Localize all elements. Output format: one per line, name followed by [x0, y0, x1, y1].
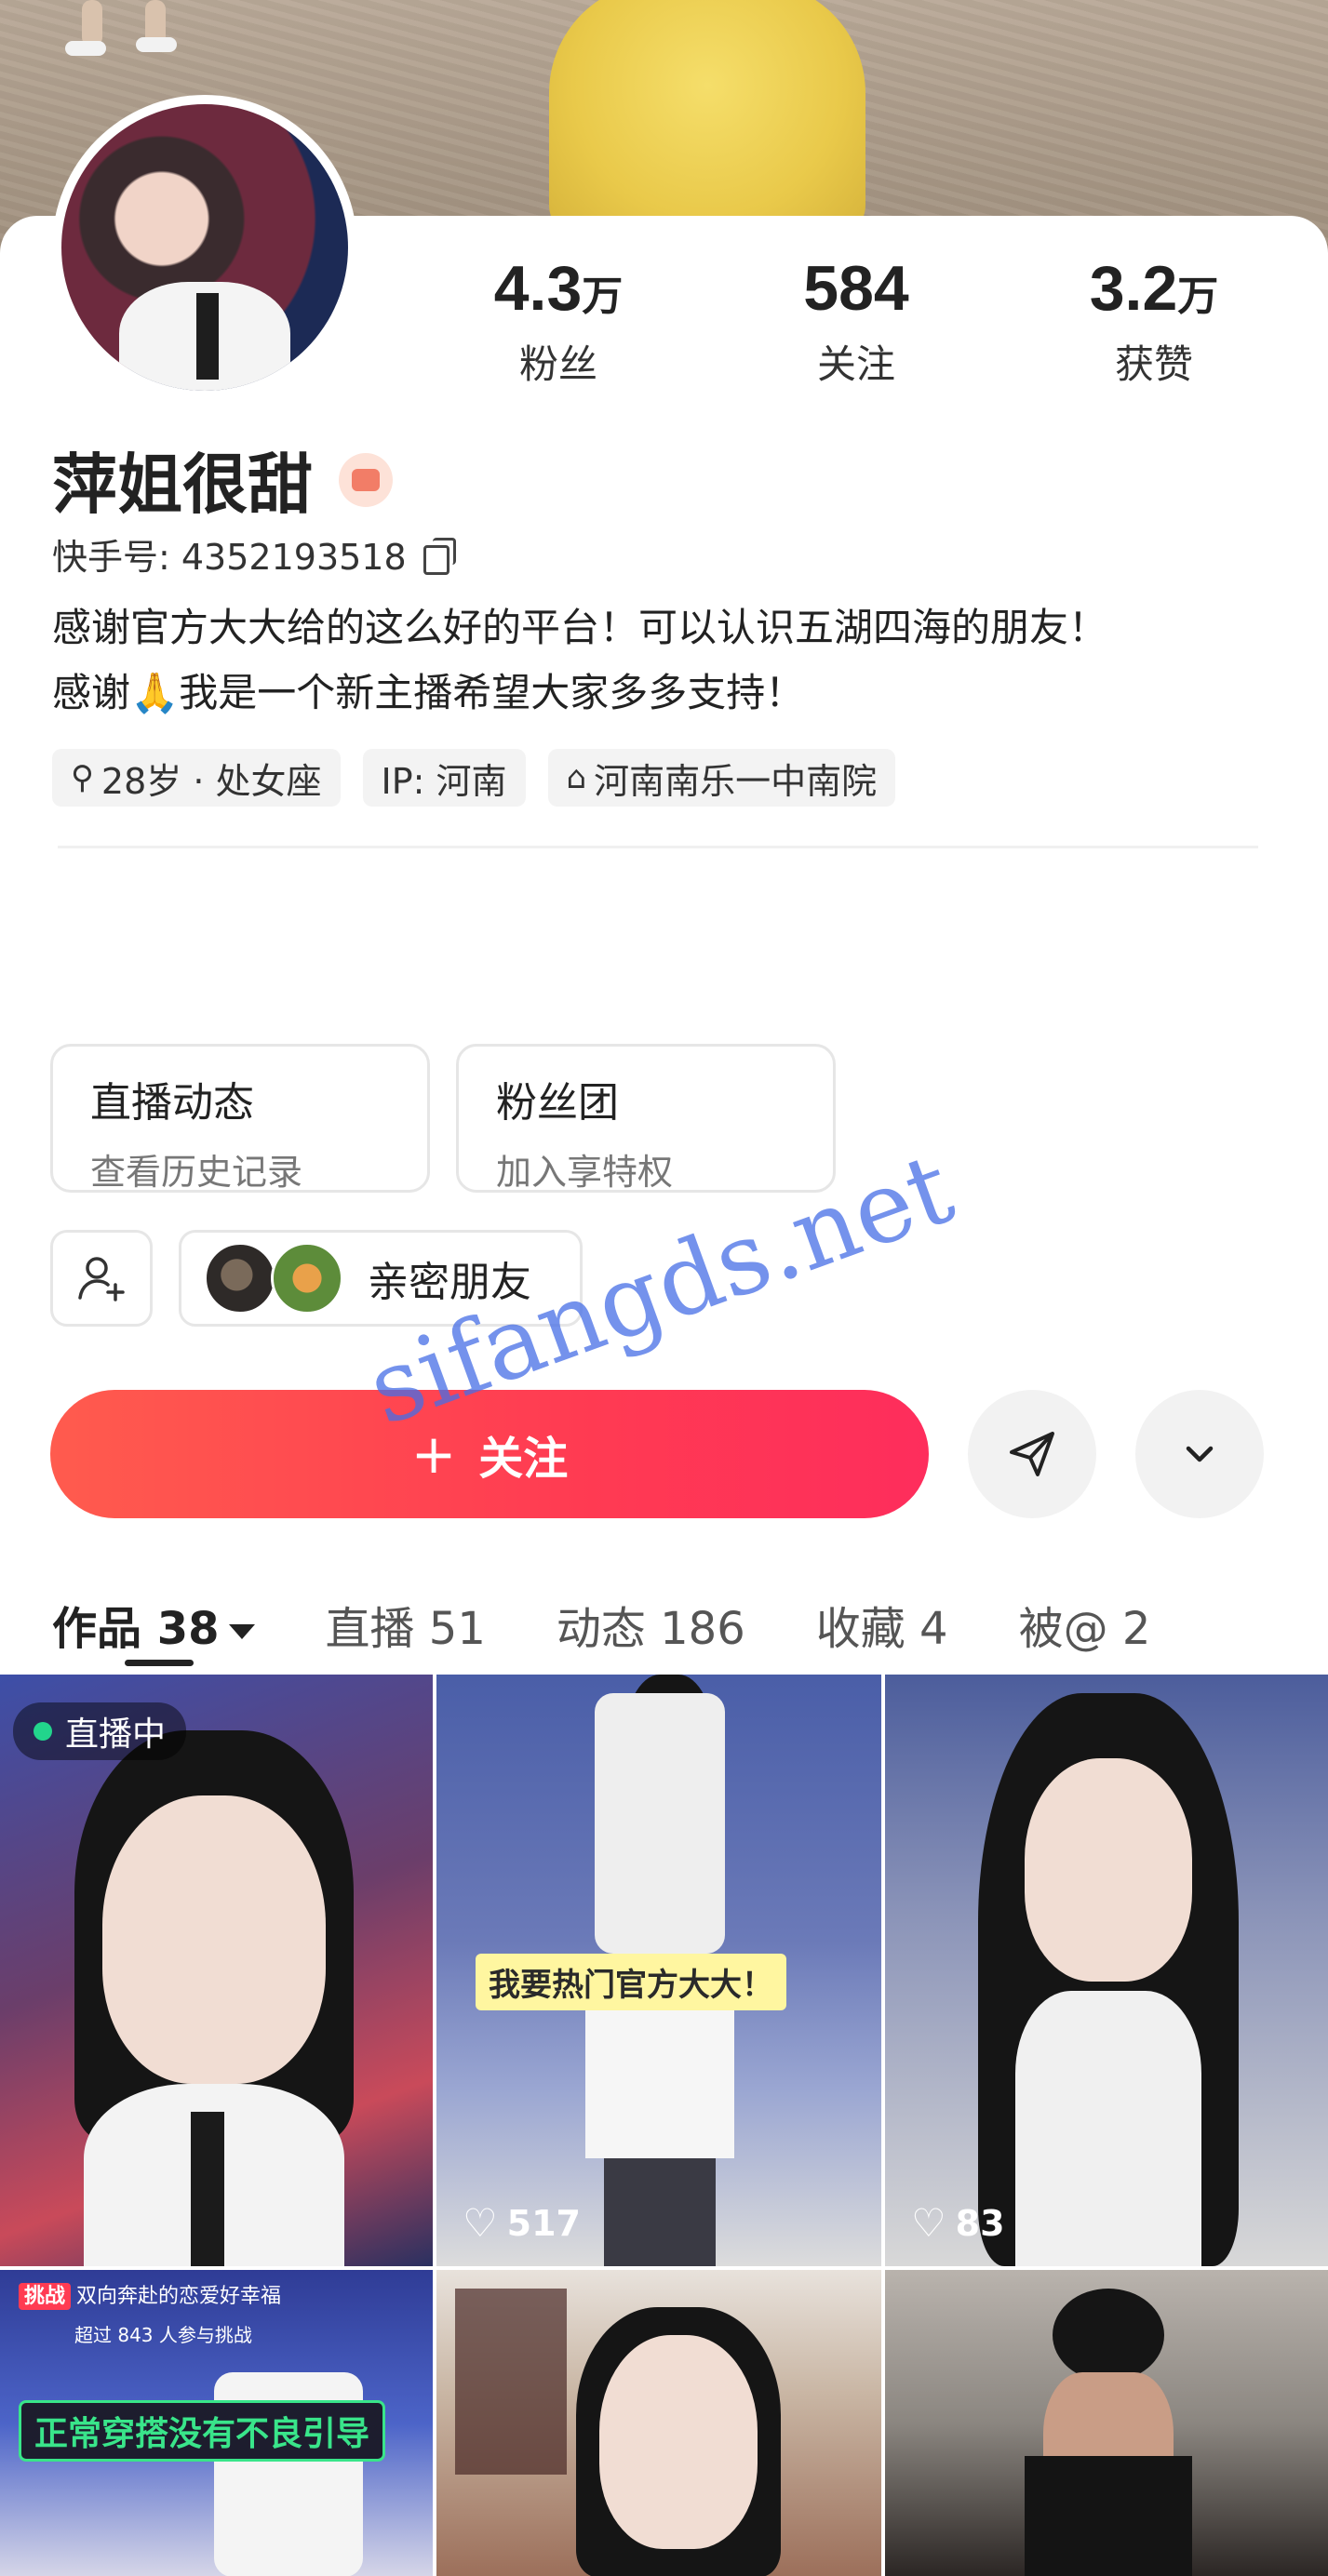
like-count-value: 517 [506, 2202, 581, 2244]
share-button[interactable] [968, 1390, 1096, 1518]
profile-stats: 4.3万 粉丝 584 关注 3.2万 获赞 [409, 249, 1303, 389]
friend-avatar [271, 1242, 343, 1315]
search-icon: ⚲ [71, 759, 94, 796]
stat-number: 3.2 [1089, 253, 1178, 324]
tag-text: IP: 河南 [381, 760, 507, 802]
avatar-image [61, 104, 348, 391]
camera-badge-icon[interactable] [339, 452, 393, 507]
plus-icon: + [410, 1422, 457, 1486]
tag-text: 河南南乐一中南院 [594, 760, 878, 802]
tab-label: 收藏 4 [815, 1603, 948, 1655]
stat-number: 4.3 [493, 253, 583, 324]
copy-icon[interactable] [423, 537, 457, 575]
tab-label: 直播 51 [325, 1603, 486, 1655]
bio-line: 感谢官方大大给的这么好的平台！可以认识五湖四海的朋友！ [52, 605, 1108, 650]
profile-bio: 感谢官方大大给的这么好的平台！可以认识五湖四海的朋友！ 感谢🙏我是一个新主播希望… [52, 595, 1290, 726]
video-thumbnail[interactable] [436, 2270, 881, 2576]
divider [58, 846, 1258, 848]
stat-fans[interactable]: 4.3万 粉丝 [409, 249, 707, 389]
like-count: ♡ 517 [463, 2200, 581, 2246]
profile-name: 萍姐很甜 [52, 447, 313, 523]
video-caption: 我要热门官方大大！ [476, 1954, 786, 2010]
follow-button[interactable]: + 关注 [50, 1390, 929, 1518]
challenge-label: 挑战 双向奔赴的恋爱好幸福 [19, 2279, 282, 2310]
stat-following[interactable]: 584 关注 [707, 249, 1005, 389]
heart-icon: ♡ [463, 2200, 498, 2246]
video-thumbnail[interactable]: 挑战 双向奔赴的恋爱好幸福 超过 843 人参与挑战 正常穿搭没有不良引导 [0, 2270, 433, 2576]
challenge-tag: 挑战 [19, 2283, 72, 2310]
like-count: ♡ 83 [911, 2200, 1005, 2246]
stat-likes[interactable]: 3.2万 获赞 [1005, 249, 1303, 389]
follow-label: 关注 [478, 1433, 569, 1485]
more-button[interactable] [1135, 1390, 1264, 1518]
tab-mentions[interactable]: 被@ 2 [1019, 1592, 1151, 1657]
video-thumbnail[interactable]: ♡ 83 [885, 1675, 1328, 2266]
entry-subtitle: 查看历史记录 [90, 1152, 303, 1193]
entry-title: 粉丝团 [496, 1079, 619, 1127]
tag-ip: IP: 河南 [362, 749, 526, 807]
close-friends-label: 亲密朋友 [368, 1259, 531, 1306]
tag-age: ⚲ 28岁 · 处女座 [52, 749, 341, 807]
close-friends-button[interactable]: 亲密朋友 [179, 1230, 583, 1327]
live-history-entry[interactable]: 直播动态 查看历史记录 [50, 1044, 430, 1193]
bio-line: 感谢🙏我是一个新主播希望大家多多支持！ [52, 670, 805, 715]
live-badge: 直播中 [13, 1702, 187, 1760]
live-dot-icon [34, 1722, 52, 1741]
challenge-text: 双向奔赴的恋爱好幸福 [76, 2285, 282, 2308]
profile-tags: ⚲ 28岁 · 处女座 IP: 河南 ⌂ 河南南乐一中南院 [52, 749, 896, 807]
cover-figure-legs [56, 0, 186, 65]
video-thumbnail[interactable]: 直播中 [0, 1675, 433, 2266]
stat-number: 584 [803, 253, 909, 324]
active-tab-indicator [125, 1660, 194, 1666]
tab-live[interactable]: 直播 51 [326, 1592, 486, 1657]
add-friend-button[interactable] [50, 1230, 153, 1327]
tab-favorites[interactable]: 收藏 4 [816, 1592, 948, 1657]
video-thumbnail[interactable] [885, 2270, 1328, 2576]
stat-label: 获赞 [1114, 341, 1193, 387]
name-row: 萍姐很甜 [52, 433, 393, 527]
add-user-icon [78, 1257, 125, 1301]
avatar[interactable] [52, 95, 357, 400]
like-count-value: 83 [955, 2202, 1005, 2244]
tab-label: 被@ 2 [1018, 1603, 1151, 1655]
friend-avatar [204, 1242, 276, 1315]
kuaishou-id-row: 快手号: 4352193518 [52, 528, 457, 580]
stat-label: 粉丝 [518, 341, 597, 387]
entry-subtitle: 加入享特权 [496, 1152, 674, 1193]
send-icon [1010, 1432, 1054, 1476]
challenge-participants: 超过 843 人参与挑战 [74, 2324, 252, 2346]
tab-label: 动态 186 [556, 1603, 745, 1655]
caret-down-icon [228, 1624, 255, 1639]
tab-moments[interactable]: 动态 186 [557, 1592, 745, 1657]
graduation-cap-icon: ⌂ [566, 759, 587, 796]
cover-figure-dress [549, 0, 865, 242]
tag-school[interactable]: ⌂ 河南南乐一中南院 [547, 749, 896, 807]
entry-title: 直播动态 [90, 1079, 254, 1127]
kuaishou-id: 快手号: 4352193518 [52, 537, 407, 578]
video-thumbnail[interactable]: 我要热门官方大大！ ♡ 517 [436, 1675, 881, 2266]
stat-unit: 万 [582, 273, 624, 320]
tab-label: 作品 38 [52, 1603, 220, 1655]
video-caption: 正常穿搭没有不良引导 [19, 2400, 386, 2462]
stat-label: 关注 [816, 341, 895, 387]
video-grid: 直播中 我要热门官方大大！ ♡ 517 ♡ 83 挑战 双向奔赴的恋爱好幸福 超过 8… [0, 1675, 1328, 2576]
stat-unit: 万 [1177, 273, 1219, 320]
tab-works[interactable]: 作品 38 [52, 1592, 255, 1657]
content-tabs: 作品 38 直播 51 动态 186 收藏 4 被@ 2 [52, 1582, 1328, 1667]
chevron-down-icon [1186, 1446, 1214, 1462]
fan-club-entry[interactable]: 粉丝团 加入享特权 [456, 1044, 836, 1193]
tag-text: 28岁 · 处女座 [101, 760, 322, 802]
live-label: 直播中 [65, 1715, 167, 1754]
heart-icon: ♡ [911, 2200, 946, 2246]
